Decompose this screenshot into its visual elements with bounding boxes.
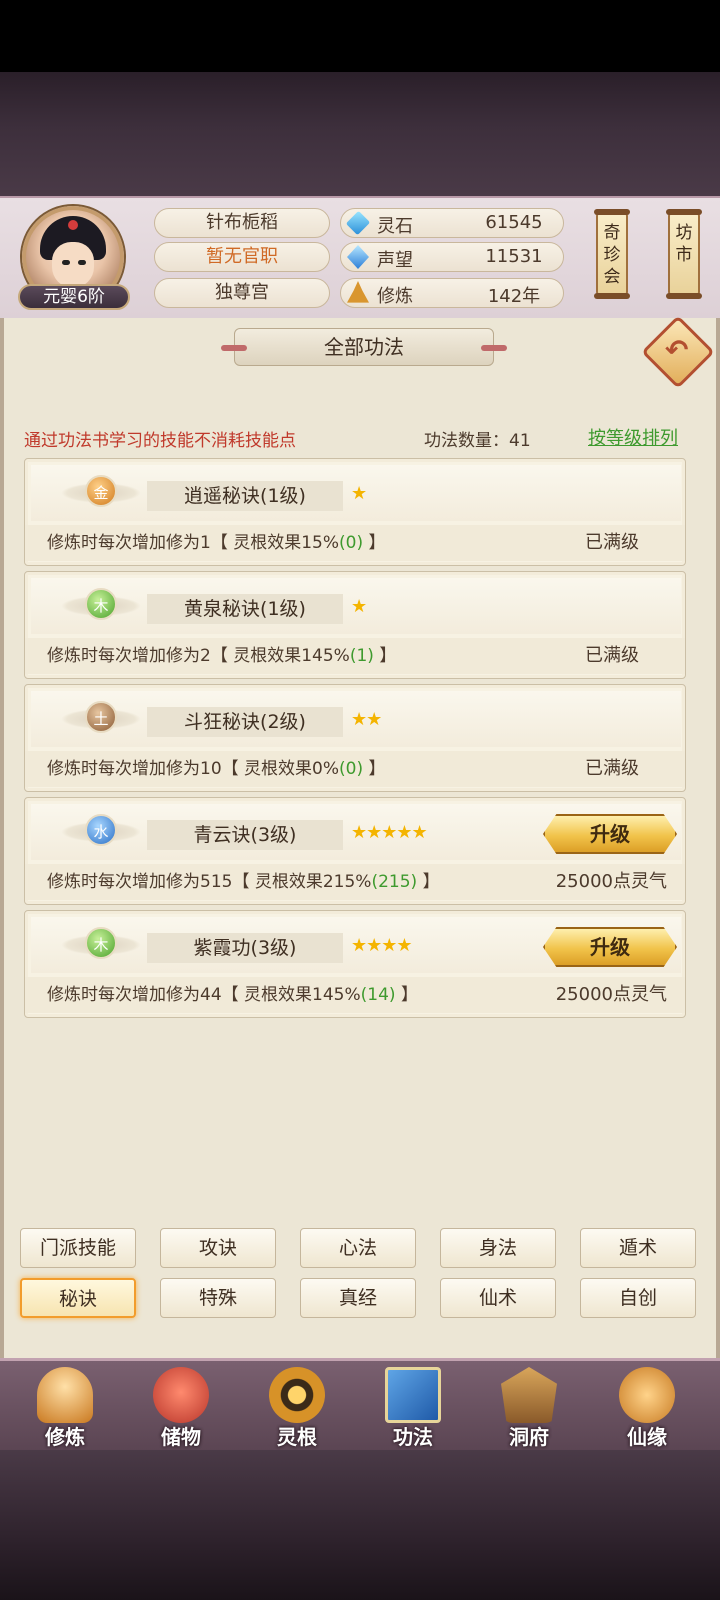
background-bottom <box>0 1450 720 1600</box>
stat-value: 11531 <box>485 246 543 267</box>
nav-label: 洞府 <box>509 1425 549 1449</box>
nav-cultivate[interactable]: 修炼 <box>10 1361 120 1453</box>
tab-sect-skills[interactable]: 门派技能 <box>20 1228 136 1268</box>
reputation-icon <box>347 245 369 269</box>
back-arrow-icon: ↶ <box>665 333 689 367</box>
tab-mind[interactable]: 心法 <box>300 1228 416 1268</box>
skill-card[interactable]: 水 青云诀(3级) ★★★★★ 升级 修炼时每次增加修为515【 灵根效果215… <box>24 797 686 905</box>
skills-panel: 全部功法 ↶ 通过功法书学习的技能不消耗技能点 功法数量：41 按等级排列 金 … <box>0 315 720 1358</box>
star-rating: ★★★★★ <box>351 822 428 843</box>
stat-value: 61545 <box>485 212 543 233</box>
tab-escape[interactable]: 遁术 <box>580 1228 696 1268</box>
skill-name: 青云诀(3级) <box>147 820 343 850</box>
skill-status: 已满级 <box>585 758 639 779</box>
nav-label: 功法 <box>393 1425 433 1449</box>
tab-immortal-arts[interactable]: 仙术 <box>440 1278 556 1318</box>
spirit-root-icon <box>269 1367 325 1423</box>
stat-spirit-stone: 灵石 61545 <box>340 208 564 238</box>
stat-cultivation: 修炼 142年 <box>340 278 564 308</box>
skill-count: 功法数量：41 <box>424 431 531 451</box>
tab-self-created[interactable]: 自创 <box>580 1278 696 1318</box>
fate-icon <box>619 1367 675 1423</box>
panel-title: 全部功法 <box>221 328 507 366</box>
skill-list: 金 逍遥秘诀(1级) ★ 修炼时每次增加修为1【 灵根效果15%(0) 】 已满… <box>24 458 686 1023</box>
star-rating: ★★ <box>351 709 382 730</box>
player-sect: 独尊宫 <box>154 278 330 308</box>
skill-name: 斗狂秘诀(2级) <box>147 707 343 737</box>
upgrade-button[interactable]: 升级 <box>543 927 677 967</box>
skill-status: 已满级 <box>585 645 639 666</box>
treasure-fair-button[interactable]: 奇珍会 <box>594 209 630 299</box>
nav-label: 储物 <box>161 1425 201 1449</box>
earth-element-icon: 土 <box>85 701 117 733</box>
stat-reputation: 声望 11531 <box>340 242 564 272</box>
wood-element-icon: 木 <box>85 927 117 959</box>
market-button[interactable]: 坊市 <box>666 209 702 299</box>
bottom-nav: 修炼 储物 灵根 功法 洞府 仙缘 <box>0 1358 720 1450</box>
status-bar <box>0 0 720 72</box>
realm-badge: 元婴6阶 <box>18 284 130 310</box>
nav-skills[interactable]: 功法 <box>358 1361 468 1453</box>
metal-element-icon: 金 <box>85 475 117 507</box>
spirit-stone-icon <box>345 210 371 236</box>
cave-dwelling-icon <box>501 1367 557 1423</box>
hint-text: 通过功法书学习的技能不消耗技能点 <box>24 431 296 451</box>
cultivate-icon <box>37 1367 93 1423</box>
tab-scripture[interactable]: 真经 <box>300 1278 416 1318</box>
star-rating: ★★★★ <box>351 935 413 956</box>
skill-card[interactable]: 土 斗狂秘诀(2级) ★★ 修炼时每次增加修为10【 灵根效果0%(0) 】 已… <box>24 684 686 792</box>
nav-fate[interactable]: 仙缘 <box>592 1361 702 1453</box>
skill-name: 逍遥秘诀(1级) <box>147 481 343 511</box>
nav-cave[interactable]: 洞府 <box>474 1361 584 1453</box>
nav-label: 灵根 <box>277 1425 317 1449</box>
upgrade-button[interactable]: 升级 <box>543 814 677 854</box>
stat-label: 灵石 <box>377 216 413 237</box>
skills-book-icon <box>385 1367 441 1423</box>
skill-name: 黄泉秘诀(1级) <box>147 594 343 624</box>
skill-card[interactable]: 木 紫霞功(3级) ★★★★ 升级 修炼时每次增加修为44【 灵根效果145%(… <box>24 910 686 1018</box>
back-button[interactable]: ↶ <box>641 315 715 389</box>
tab-secret[interactable]: 秘诀 <box>20 1278 136 1318</box>
nav-spirit-root[interactable]: 灵根 <box>242 1361 352 1453</box>
background-top <box>0 72 720 196</box>
sort-by-level-link[interactable]: 按等级排列 <box>588 424 678 450</box>
tab-attack[interactable]: 攻诀 <box>160 1228 276 1268</box>
player-name: 针布栀稻 <box>154 208 330 238</box>
stat-label: 修炼 <box>377 286 413 307</box>
star-rating: ★ <box>351 483 367 504</box>
element-badge: 木 <box>61 588 141 624</box>
element-badge: 水 <box>61 814 141 850</box>
nav-storage[interactable]: 储物 <box>126 1361 236 1453</box>
storage-icon <box>153 1367 209 1423</box>
player-title: 暂无官职 <box>154 242 330 272</box>
element-badge: 金 <box>61 475 141 511</box>
tab-movement[interactable]: 身法 <box>440 1228 556 1268</box>
star-rating: ★ <box>351 596 367 617</box>
tab-special[interactable]: 特殊 <box>160 1278 276 1318</box>
upgrade-cost: 25000点灵气 <box>555 984 667 1005</box>
skill-card[interactable]: 金 逍遥秘诀(1级) ★ 修炼时每次增加修为1【 灵根效果15%(0) 】 已满… <box>24 458 686 566</box>
player-header: 元婴6阶 针布栀稻 暂无官职 独尊宫 灵石 61545 声望 11531 修炼 … <box>0 196 720 318</box>
upgrade-cost: 25000点灵气 <box>555 871 667 892</box>
water-element-icon: 水 <box>85 814 117 846</box>
nav-label: 修炼 <box>45 1425 85 1449</box>
skill-card[interactable]: 木 黄泉秘诀(1级) ★ 修炼时每次增加修为2【 灵根效果145%(1) 】 已… <box>24 571 686 679</box>
wood-element-icon: 木 <box>85 588 117 620</box>
element-badge: 土 <box>61 701 141 737</box>
cultivation-icon <box>347 281 369 303</box>
stat-value: 142年 <box>487 286 541 307</box>
stat-label: 声望 <box>377 250 413 271</box>
skill-name: 紫霞功(3级) <box>147 933 343 963</box>
element-badge: 木 <box>61 927 141 963</box>
skill-status: 已满级 <box>585 532 639 553</box>
nav-label: 仙缘 <box>627 1425 667 1449</box>
